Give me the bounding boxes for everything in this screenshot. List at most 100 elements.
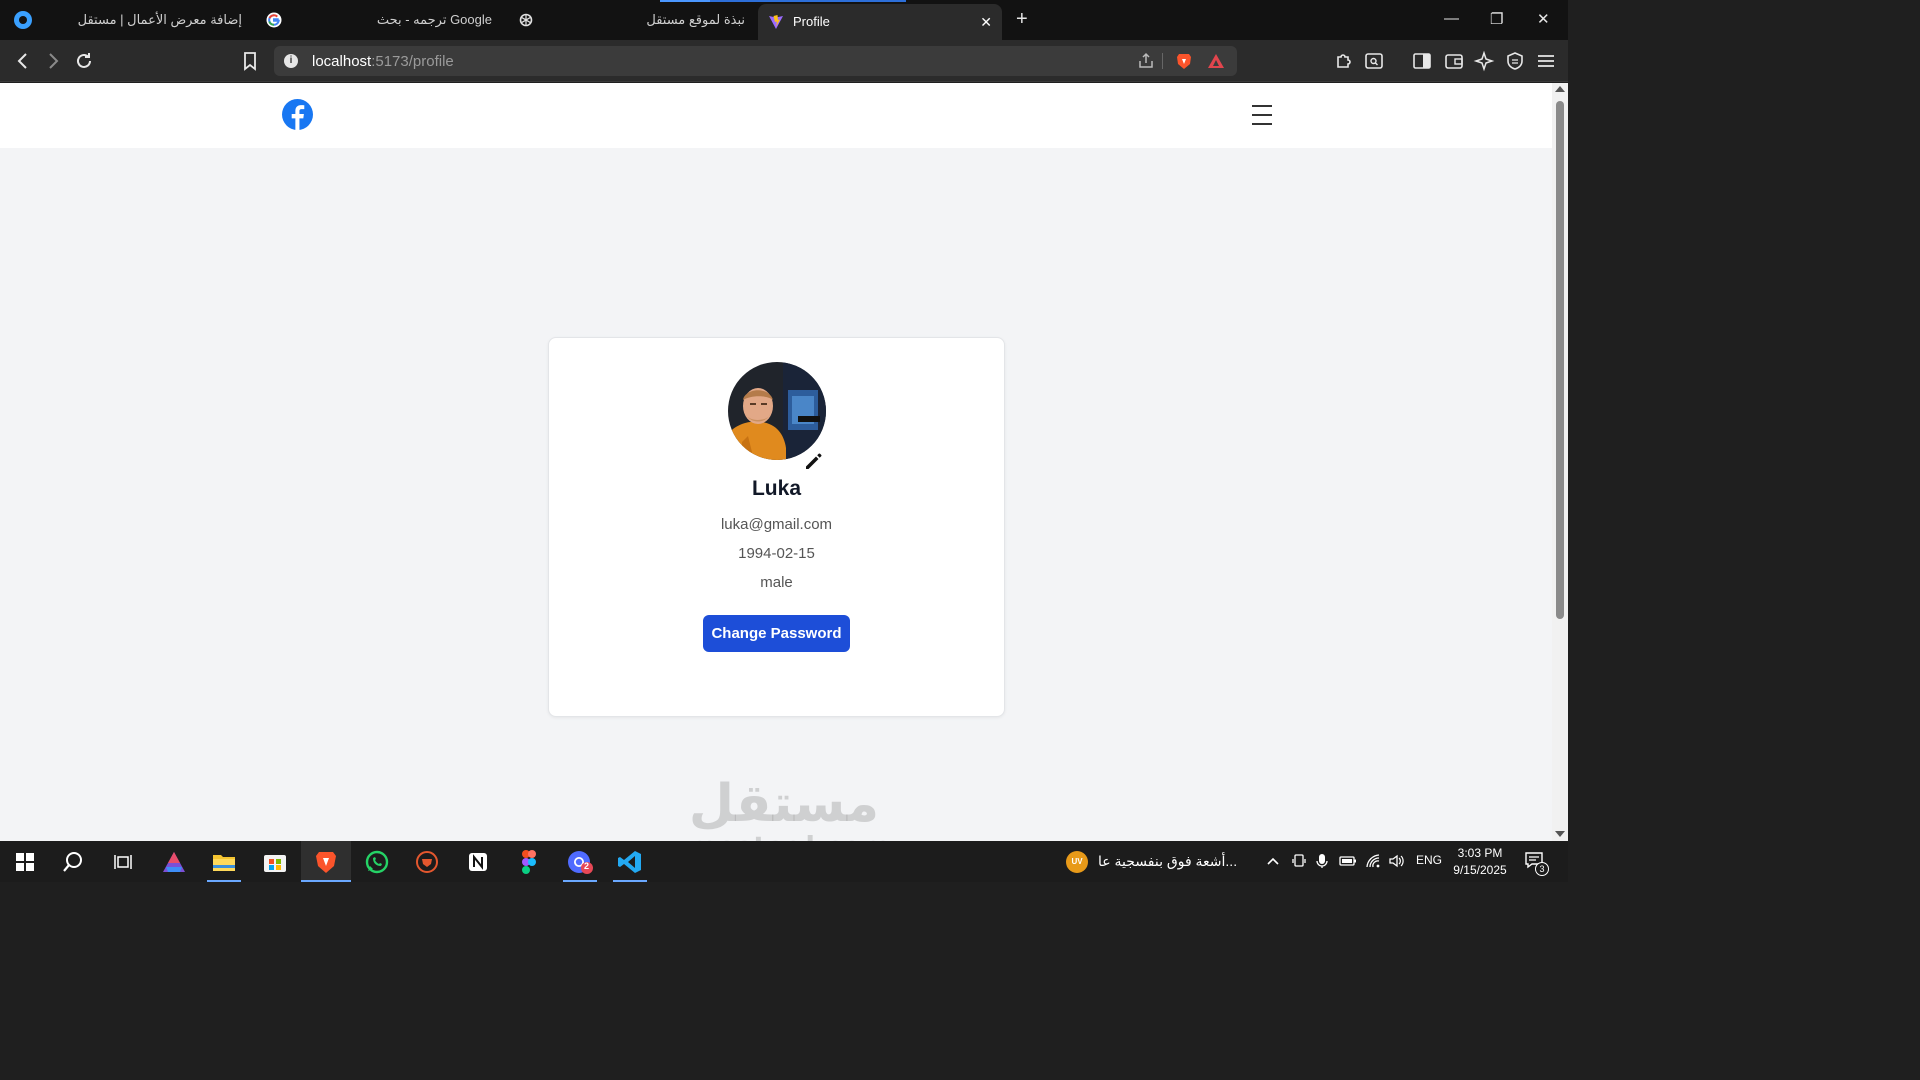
- mostaql-watermark: مستقل mostaql.com: [688, 774, 891, 842]
- edit-avatar-pencil-icon[interactable]: [803, 450, 825, 472]
- menu-icon[interactable]: [1535, 50, 1557, 72]
- url-text[interactable]: localhost:5173/profile: [312, 53, 454, 70]
- extensions-icon[interactable]: [1333, 50, 1355, 72]
- change-password-button[interactable]: Change Password: [703, 615, 850, 652]
- browser-toolbar: i localhost:5173/profile: [0, 40, 1568, 82]
- windows-logo-icon: [16, 852, 34, 871]
- brave-rewards-icon[interactable]: [1207, 52, 1225, 70]
- forward-icon[interactable]: [42, 50, 64, 72]
- vpn-shield-icon[interactable]: [1504, 50, 1526, 72]
- volume-icon[interactable]: [1388, 853, 1404, 869]
- task-view-icon: [114, 854, 132, 869]
- watermark-arabic: مستقل: [688, 774, 880, 834]
- sidebar-icon[interactable]: [1411, 50, 1433, 72]
- tab-loading-indicator-head: [660, 0, 710, 2]
- clock-time: 3:03 PM: [1457, 846, 1503, 860]
- notification-count: 3: [1535, 862, 1549, 876]
- taskbar-brave-browser[interactable]: [301, 841, 351, 882]
- device-icon[interactable]: [1292, 853, 1306, 869]
- facebook-logo-icon[interactable]: [282, 99, 313, 130]
- restore-button[interactable]: ❐: [1490, 10, 1503, 28]
- notification-center-button[interactable]: 3: [1524, 851, 1550, 876]
- wifi-icon[interactable]: [1365, 853, 1381, 869]
- taskbar-figma[interactable]: [504, 841, 554, 882]
- new-tab-button[interactable]: +: [1016, 9, 1028, 29]
- search-icon: [63, 851, 82, 872]
- store-icon: [264, 854, 286, 872]
- tab-chatgpt[interactable]: نبذة لموقع مستقل: [508, 4, 753, 36]
- page-scrollbar[interactable]: [1552, 83, 1568, 841]
- profile-card: Luka luka@gmail.com 1994-02-15 male Chan…: [548, 337, 1005, 717]
- url-path: :5173/profile: [371, 53, 454, 70]
- windows-taskbar: 2 UV أشعة فوق بنفسجية عا... ENG 3:03 PM …: [0, 841, 1568, 882]
- wallet-icon[interactable]: [1443, 50, 1465, 72]
- taskbar-vscode[interactable]: [605, 841, 655, 882]
- vscode-icon: [618, 850, 641, 873]
- leo-ai-icon[interactable]: [1473, 50, 1495, 72]
- profile-gender: male: [760, 574, 793, 591]
- weather-news-text[interactable]: أشعة فوق بنفسجية عا...: [1098, 853, 1237, 870]
- watermark-latin: mostaql.com: [688, 832, 891, 842]
- hamburger-menu-icon[interactable]: [1252, 105, 1272, 125]
- divider: [1162, 53, 1163, 69]
- tab-title: إضافة معرض الأعمال | مستقل: [77, 12, 242, 27]
- taskbar-app-red[interactable]: [402, 841, 452, 882]
- notion-icon: [469, 852, 487, 871]
- tab-profile[interactable]: Profile ✕: [758, 4, 1002, 40]
- bookmark-icon[interactable]: [239, 50, 261, 72]
- google-favicon-icon: [266, 12, 282, 28]
- minimize-button[interactable]: —: [1444, 10, 1459, 27]
- taskbar-notion[interactable]: [453, 841, 503, 882]
- back-icon[interactable]: [12, 50, 34, 72]
- scrollbar-thumb[interactable]: [1556, 101, 1564, 619]
- brave-shields-icon[interactable]: [1175, 52, 1193, 70]
- tab-title: نبذة لموقع مستقل: [646, 12, 745, 27]
- battery-icon[interactable]: [1339, 855, 1357, 867]
- close-tab-icon[interactable]: ✕: [980, 14, 992, 31]
- chevron-up-icon[interactable]: [1266, 855, 1280, 867]
- taskbar-microsoft-store[interactable]: [250, 841, 300, 882]
- chrome-icon: [568, 850, 593, 874]
- profile-email: luka@gmail.com: [720, 516, 833, 533]
- affinity-app-icon: [163, 851, 185, 872]
- task-view-button[interactable]: [98, 841, 148, 882]
- microphone-icon[interactable]: [1316, 853, 1328, 869]
- profile-name: Luka: [751, 477, 801, 500]
- system-clock[interactable]: 3:03 PM 9/15/2025: [1448, 845, 1512, 879]
- url-host: localhost: [312, 53, 372, 70]
- browser-profile-icon[interactable]: [14, 11, 32, 29]
- browser-tab-strip: إضافة معرض الأعمال | مستقل ترجمه - بحث G…: [0, 0, 1568, 40]
- avatar[interactable]: [728, 362, 826, 460]
- profile-birthdate: 1994-02-15: [738, 545, 815, 562]
- close-window-button[interactable]: ✕: [1537, 10, 1550, 28]
- reload-icon[interactable]: [73, 50, 95, 72]
- address-bar[interactable]: i localhost:5173/profile: [274, 46, 1237, 76]
- weather-badge[interactable]: UV: [1066, 851, 1088, 873]
- tab-mostaql-portfolio[interactable]: إضافة معرض الأعمال | مستقل: [40, 4, 250, 36]
- start-button[interactable]: [0, 841, 50, 882]
- vite-favicon-icon: [769, 15, 783, 29]
- clock-date: 9/15/2025: [1453, 863, 1507, 877]
- taskbar-chrome-profile[interactable]: 2: [555, 841, 605, 882]
- site-info-icon[interactable]: i: [284, 54, 298, 68]
- scroll-up-arrow-icon[interactable]: [1555, 86, 1565, 92]
- page-viewport: Luka luka@gmail.com 1994-02-15 male Chan…: [0, 83, 1552, 841]
- scroll-down-arrow-icon[interactable]: [1555, 831, 1565, 837]
- tab-title: Profile: [793, 14, 830, 29]
- tab-google-search[interactable]: ترجمه - بحث Google: [258, 4, 500, 36]
- share-icon[interactable]: [1137, 52, 1155, 70]
- taskbar-app-affinity[interactable]: [149, 841, 199, 882]
- taskbar-whatsapp[interactable]: [352, 841, 402, 882]
- language-indicator[interactable]: ENG: [1416, 853, 1442, 867]
- figma-icon: [522, 849, 536, 874]
- site-navbar: [0, 83, 1552, 148]
- taskbar-search-button[interactable]: [48, 841, 98, 882]
- chatgpt-favicon-icon: [519, 13, 533, 27]
- tab-title: ترجمه - بحث Google: [376, 12, 492, 27]
- brave-nightly-icon: [416, 850, 438, 873]
- search-tabs-icon[interactable]: [1363, 50, 1385, 72]
- taskbar-file-explorer[interactable]: [199, 841, 249, 882]
- whatsapp-icon: [365, 850, 389, 873]
- folder-icon: [213, 854, 235, 871]
- chrome-badge-count: 2: [584, 861, 590, 871]
